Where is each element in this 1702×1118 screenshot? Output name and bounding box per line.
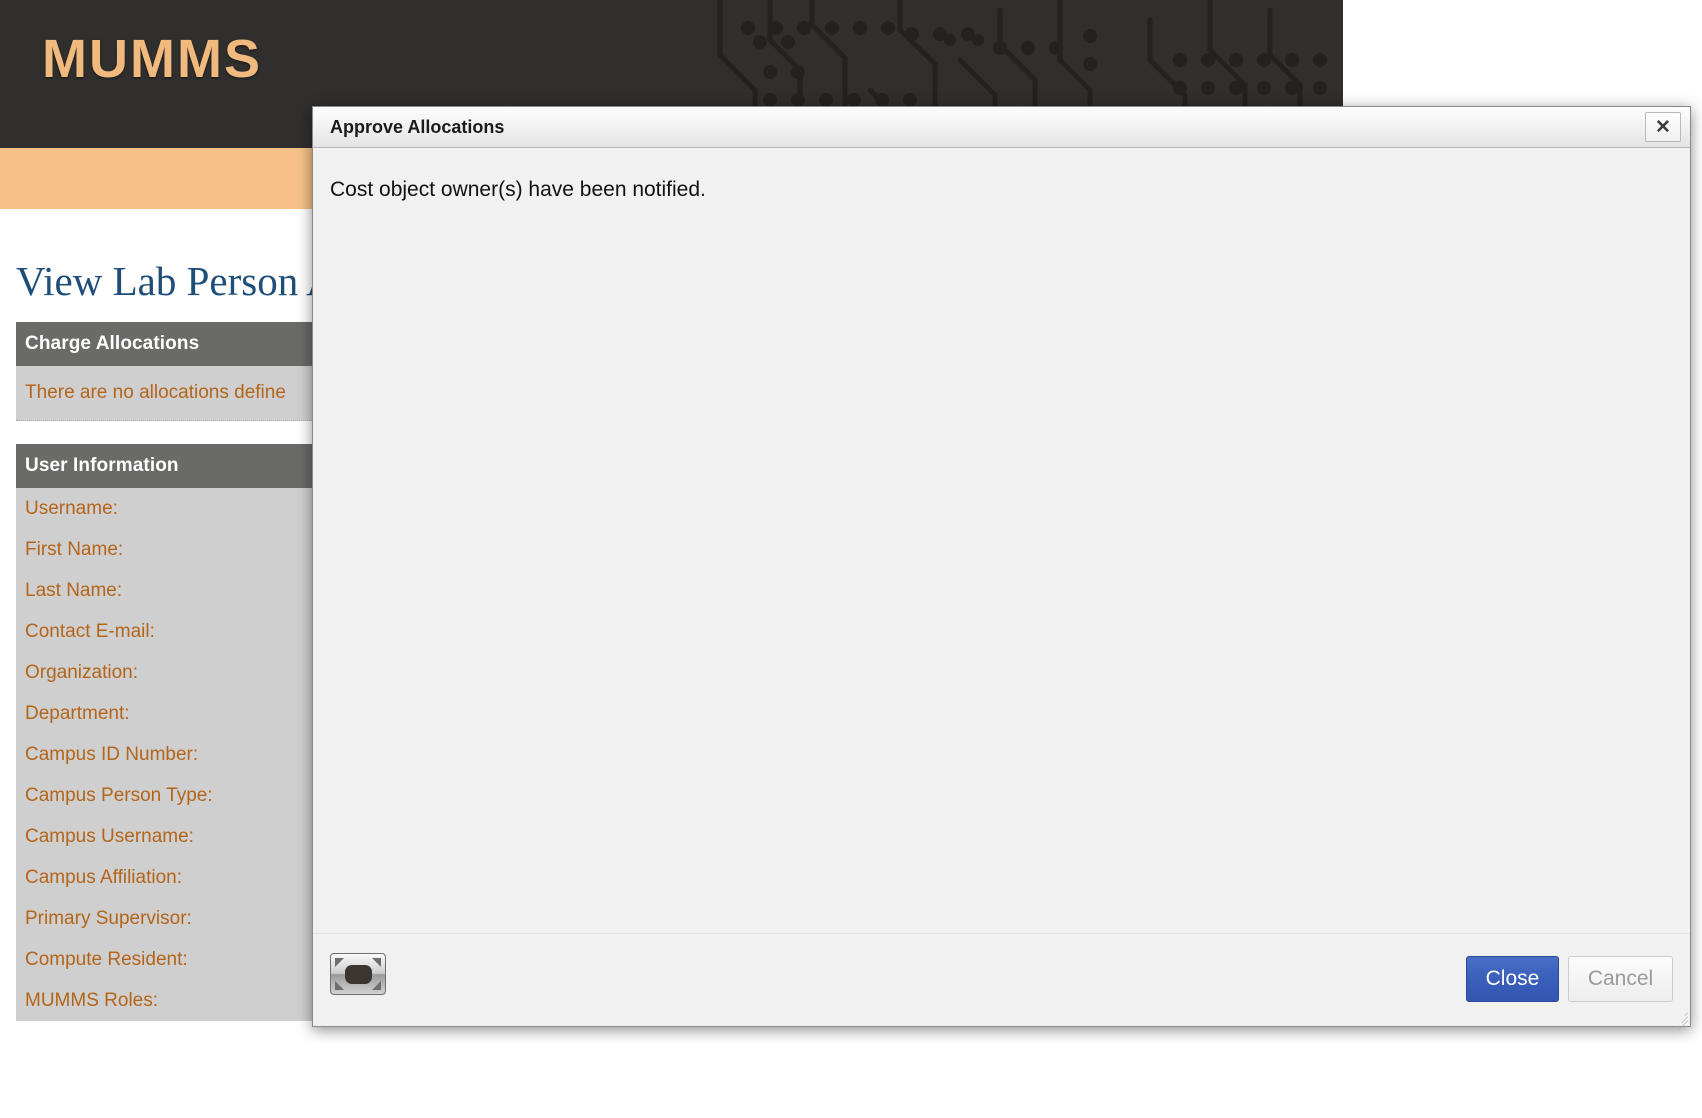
info-label: Compute Resident:: [16, 939, 315, 980]
info-label: Campus Username:: [16, 816, 315, 857]
info-label: Organization:: [16, 652, 315, 693]
dialog-footer: Close Cancel: [313, 933, 1690, 1026]
arrow-down-left-icon: [335, 981, 344, 990]
dialog-titlebar[interactable]: Approve Allocations ✕: [313, 107, 1690, 148]
dialog-body: Cost object owner(s) have been notified.: [313, 148, 1690, 934]
info-label: Campus Affiliation:: [16, 857, 315, 898]
page-title: View Lab Person A: [16, 258, 336, 304]
dialog-message: Cost object owner(s) have been notified.: [330, 178, 706, 201]
info-label: Primary Supervisor:: [16, 898, 315, 939]
cancel-button[interactable]: Cancel: [1568, 956, 1673, 1002]
close-icon[interactable]: ✕: [1645, 112, 1681, 142]
arrow-up-left-icon: [335, 958, 344, 967]
app-root: MUMMS View Lab Person A Charge Allocatio…: [0, 0, 1702, 1118]
dialog-title: Approve Allocations: [330, 117, 505, 137]
arrow-down-right-icon: [372, 981, 381, 990]
info-label: Contact E-mail:: [16, 611, 315, 652]
arrow-up-right-icon: [372, 958, 381, 967]
dialog-resize-grip[interactable]: [1672, 1008, 1689, 1031]
close-glyph: ✕: [1655, 116, 1671, 138]
info-label: Last Name:: [16, 570, 315, 611]
info-label: Campus ID Number:: [16, 734, 315, 775]
info-label: First Name:: [16, 529, 315, 570]
resize-window-icon[interactable]: [330, 953, 386, 995]
info-label: Campus Person Type:: [16, 775, 315, 816]
info-label: Username:: [16, 488, 315, 529]
brand-logo: MUMMS: [42, 29, 262, 89]
resize-pill: [345, 965, 372, 984]
info-label: MUMMS Roles:: [16, 980, 315, 1021]
info-label: Department:: [16, 693, 315, 734]
approve-allocations-dialog: Approve Allocations ✕ Cost object owner(…: [312, 106, 1691, 1031]
close-button[interactable]: Close: [1466, 956, 1559, 1002]
